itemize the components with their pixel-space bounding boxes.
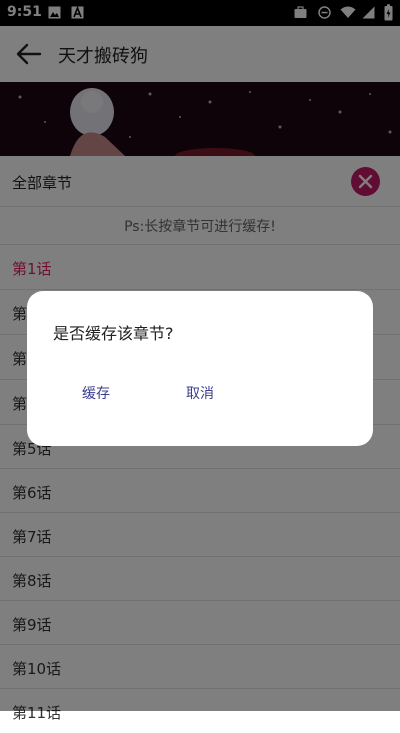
confirm-cache-button[interactable]: 缓存 [82, 383, 110, 403]
dialog-message: 是否缓存该章节? [53, 324, 174, 343]
cache-dialog: 是否缓存该章节? 缓存 取消 [27, 291, 373, 446]
cancel-button[interactable]: 取消 [186, 383, 214, 403]
